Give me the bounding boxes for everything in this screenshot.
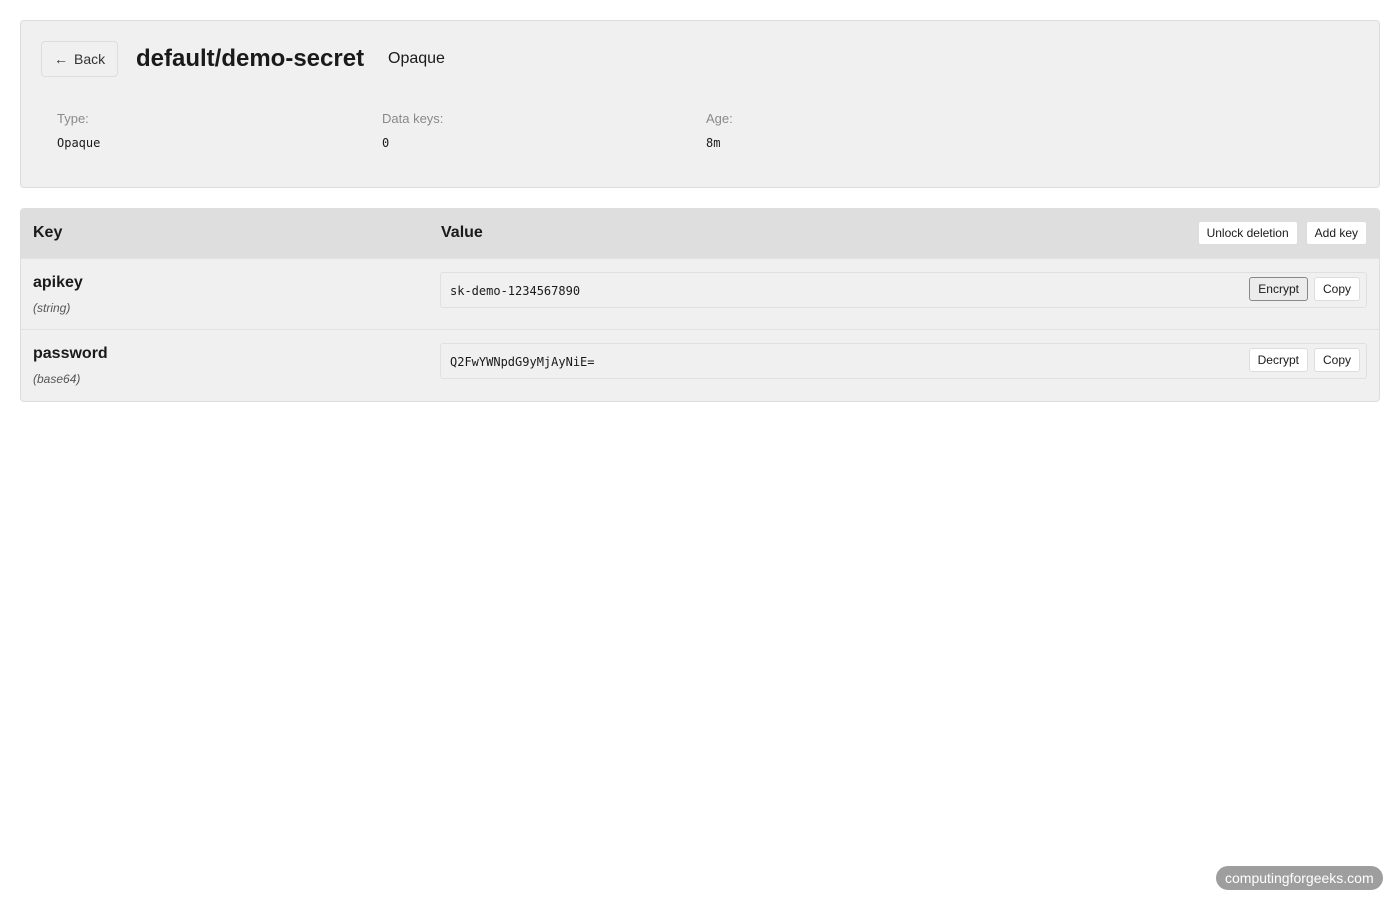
- meta-data-keys-value: 0: [382, 136, 390, 150]
- row-key-encoding: (base64): [33, 372, 81, 386]
- back-button[interactable]: ← Back: [41, 41, 119, 77]
- column-header-key: Key: [33, 224, 63, 241]
- row-key-name: password: [33, 345, 108, 362]
- meta-type: Type: Opaque: [57, 111, 100, 151]
- row-value-actions: Encrypt Copy: [1249, 277, 1360, 301]
- unlock-deletion-button[interactable]: Unlock deletion: [1197, 221, 1298, 245]
- row-value-field[interactable]: sk-demo-1234567890 Encrypt Copy: [440, 272, 1367, 308]
- row-value-text: Q2FwYWNpdG9yMjAyNiE=: [450, 355, 595, 369]
- meta-age-label: Age:: [706, 111, 733, 126]
- copy-button[interactable]: Copy: [1313, 277, 1360, 301]
- secret-detail-page: ← Back default/demo-secret Opaque Type: …: [0, 0, 1400, 900]
- meta-data-keys-label: Data keys:: [382, 111, 444, 126]
- site-watermark: computingforgeeks.com: [1216, 866, 1383, 890]
- meta-age: Age: 8m: [706, 111, 733, 151]
- table-row: password (base64) Q2FwYWNpdG9yMjAyNiE= D…: [21, 329, 1379, 400]
- row-value-text: sk-demo-1234567890: [450, 284, 581, 298]
- decrypt-button[interactable]: Decrypt: [1248, 348, 1308, 372]
- copy-button[interactable]: Copy: [1313, 348, 1360, 372]
- row-key-encoding: (string): [33, 301, 71, 315]
- secret-data-table: Key Value Unlock deletion Add key apikey…: [20, 208, 1380, 402]
- row-key-name: apikey: [33, 274, 83, 291]
- meta-type-label: Type:: [57, 111, 89, 126]
- row-value-actions: Decrypt Copy: [1248, 348, 1360, 372]
- back-button-label: Back: [74, 51, 106, 67]
- encrypt-button[interactable]: Encrypt: [1249, 277, 1308, 301]
- secret-type-badge: Opaque: [388, 50, 445, 67]
- table-header: Key Value Unlock deletion Add key: [21, 209, 1379, 258]
- table-row: apikey (string) sk-demo-1234567890 Encry…: [21, 258, 1379, 329]
- secret-header-card: ← Back default/demo-secret Opaque Type: …: [20, 20, 1380, 188]
- page-title: default/demo-secret: [136, 45, 365, 72]
- left-arrow-icon: ←: [54, 51, 68, 67]
- meta-data-keys: Data keys: 0: [382, 111, 443, 151]
- column-header-value: Value: [441, 224, 483, 241]
- add-key-button[interactable]: Add key: [1305, 221, 1367, 245]
- row-value-field[interactable]: Q2FwYWNpdG9yMjAyNiE= Decrypt Copy: [440, 343, 1367, 379]
- meta-type-value: Opaque: [57, 136, 101, 150]
- table-header-actions: Unlock deletion Add key: [1197, 221, 1367, 245]
- meta-age-value: 8m: [706, 136, 721, 150]
